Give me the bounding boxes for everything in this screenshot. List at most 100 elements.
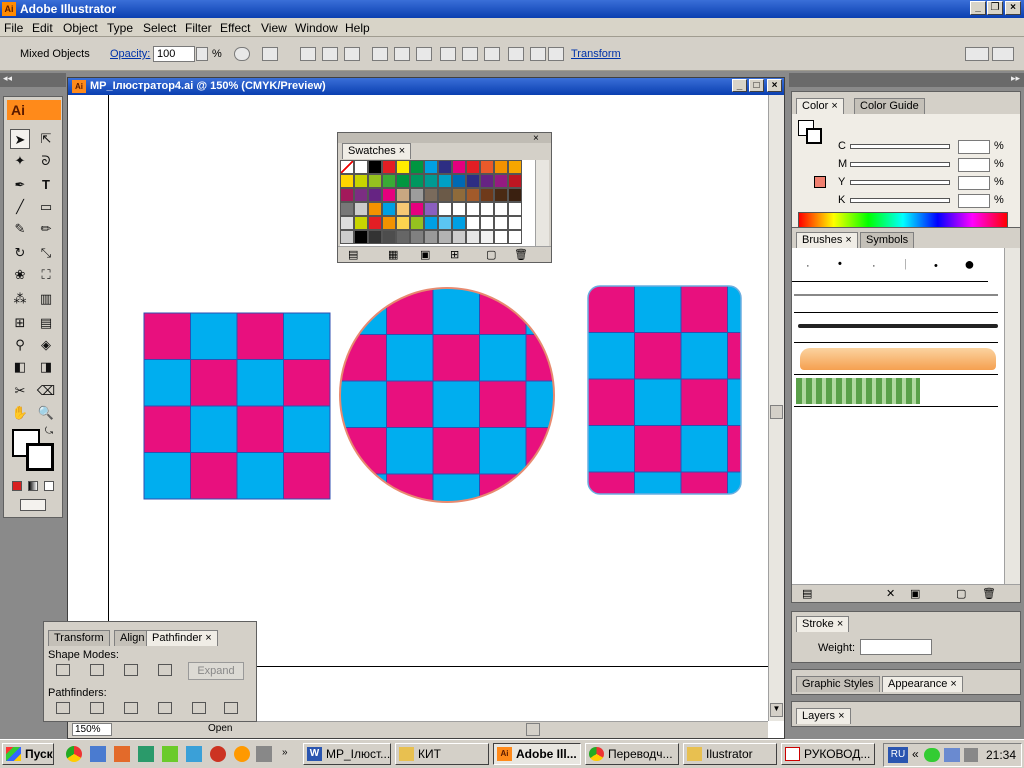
- swatch[interactable]: [480, 174, 494, 188]
- app-quicklaunch-icon-7[interactable]: [256, 746, 272, 762]
- swatch[interactable]: [340, 160, 354, 174]
- swatch[interactable]: [508, 174, 522, 188]
- channel-input-y[interactable]: [958, 176, 990, 190]
- exclude-icon[interactable]: [158, 664, 172, 676]
- magic-wand-tool-icon[interactable]: ✦: [10, 151, 30, 171]
- tab-symbols[interactable]: Symbols: [860, 232, 915, 248]
- brush-dot-3[interactable]: ·: [872, 260, 876, 272]
- swatch-grid[interactable]: [340, 160, 535, 246]
- language-indicator[interactable]: RU: [888, 747, 908, 763]
- tab-stroke[interactable]: Stroke ×: [796, 616, 850, 632]
- swatch[interactable]: [368, 188, 382, 202]
- swatch[interactable]: [354, 160, 368, 174]
- brush-dot-4[interactable]: |: [904, 258, 907, 270]
- opacity-link[interactable]: Opacity:: [110, 48, 150, 60]
- swatch[interactable]: [368, 216, 382, 230]
- horizontal-scroll-thumb[interactable]: [526, 723, 540, 736]
- minus-front-icon[interactable]: [90, 664, 104, 676]
- brush-line-thin[interactable]: [794, 294, 998, 296]
- tab-appearance[interactable]: Appearance ×: [882, 676, 963, 692]
- swatch[interactable]: [382, 230, 396, 244]
- tab-color-guide[interactable]: Color Guide: [854, 98, 925, 114]
- swatch[interactable]: [466, 230, 480, 244]
- out-of-gamut-icon[interactable]: [814, 176, 826, 188]
- swatch[interactable]: [354, 230, 368, 244]
- swatch[interactable]: [368, 202, 382, 216]
- brushes-list[interactable]: · • · | • ●: [792, 248, 1020, 584]
- restore-button[interactable]: ❐: [987, 1, 1003, 15]
- transform-link[interactable]: Transform: [571, 48, 621, 60]
- tab-pathfinder[interactable]: Pathfinder ×: [146, 630, 218, 646]
- swatch[interactable]: [382, 174, 396, 188]
- brush-dot-1[interactable]: ·: [806, 260, 810, 272]
- swatch[interactable]: [368, 174, 382, 188]
- channel-slider-y[interactable]: [850, 180, 950, 185]
- distribute-bottom-icon[interactable]: [484, 47, 500, 61]
- direct-selection-tool-icon[interactable]: ⇱: [36, 129, 56, 149]
- swatch[interactable]: [368, 230, 382, 244]
- swatch[interactable]: [452, 188, 466, 202]
- eyedropper-tool-icon[interactable]: ⚲: [10, 335, 30, 355]
- swatch[interactable]: [508, 230, 522, 244]
- brush-dot-2[interactable]: •: [838, 258, 842, 270]
- quicklaunch-more-icon[interactable]: »: [282, 747, 288, 758]
- swatch[interactable]: [466, 174, 480, 188]
- doc-close-button[interactable]: ×: [767, 79, 782, 92]
- swatch[interactable]: [480, 188, 494, 202]
- swatch[interactable]: [494, 174, 508, 188]
- gradient-mode-icon[interactable]: [28, 481, 38, 491]
- none-mode-icon[interactable]: [44, 481, 54, 491]
- menu-filter[interactable]: Filter: [185, 21, 212, 35]
- app-quicklaunch-icon-3[interactable]: [162, 746, 178, 762]
- swatch[interactable]: [424, 216, 438, 230]
- distribute-hcenter-icon[interactable]: [530, 47, 546, 61]
- tab-brushes[interactable]: Brushes ×: [796, 232, 858, 248]
- new-swatch-icon[interactable]: ▢: [486, 248, 496, 261]
- opacity-dropdown-arrow[interactable]: [196, 47, 208, 61]
- eraser-tool-icon[interactable]: ⌫: [36, 381, 56, 401]
- hand-tool-icon[interactable]: ✋: [10, 403, 30, 423]
- swatch[interactable]: [410, 230, 424, 244]
- menu-select[interactable]: Select: [143, 21, 176, 35]
- tab-align[interactable]: Align: [114, 630, 151, 646]
- swatch[interactable]: [508, 202, 522, 216]
- zoom-tool-icon[interactable]: 🔍: [36, 403, 56, 423]
- intersect-icon[interactable]: [124, 664, 138, 676]
- swatch[interactable]: [354, 174, 368, 188]
- swatch[interactable]: [466, 216, 480, 230]
- swatch[interactable]: [340, 174, 354, 188]
- rotate-tool-icon[interactable]: ↻: [10, 243, 30, 263]
- warp-tool-icon[interactable]: ❀: [10, 265, 30, 285]
- brush-dot-5[interactable]: •: [934, 260, 938, 272]
- distribute-vcenter-icon[interactable]: [462, 47, 478, 61]
- app-quicklaunch-icon-5[interactable]: [210, 746, 226, 762]
- menu-help[interactable]: Help: [345, 21, 370, 35]
- swatch[interactable]: [494, 230, 508, 244]
- gradient-tool-icon[interactable]: ▤: [36, 313, 56, 333]
- ribbon-art-brush[interactable]: [800, 348, 996, 370]
- swatch[interactable]: [424, 188, 438, 202]
- checkered-square[interactable]: [143, 312, 331, 500]
- swatch[interactable]: [480, 216, 494, 230]
- opacity-input[interactable]: 100: [153, 46, 195, 62]
- swatch[interactable]: [410, 202, 424, 216]
- scale-tool-icon[interactable]: ⤡: [36, 243, 56, 263]
- trim-icon[interactable]: [90, 702, 104, 714]
- swatch[interactable]: [452, 216, 466, 230]
- swatch[interactable]: [410, 216, 424, 230]
- remove-brush-stroke-icon[interactable]: ✕: [886, 587, 895, 600]
- swatch[interactable]: [340, 188, 354, 202]
- swatch[interactable]: [410, 188, 424, 202]
- brush-line-thick[interactable]: [798, 324, 998, 328]
- swatch[interactable]: [382, 216, 396, 230]
- swatch[interactable]: [354, 216, 368, 230]
- swatch[interactable]: [354, 202, 368, 216]
- menu-edit[interactable]: Edit: [32, 21, 53, 35]
- swatch[interactable]: [382, 188, 396, 202]
- type-tool-icon[interactable]: T: [36, 175, 56, 195]
- new-brush-icon[interactable]: ▢: [956, 587, 966, 600]
- slice-tool-icon[interactable]: ✂: [10, 381, 30, 401]
- swatch[interactable]: [410, 160, 424, 174]
- divide-icon[interactable]: [56, 702, 70, 714]
- channel-slider-k[interactable]: [850, 198, 950, 203]
